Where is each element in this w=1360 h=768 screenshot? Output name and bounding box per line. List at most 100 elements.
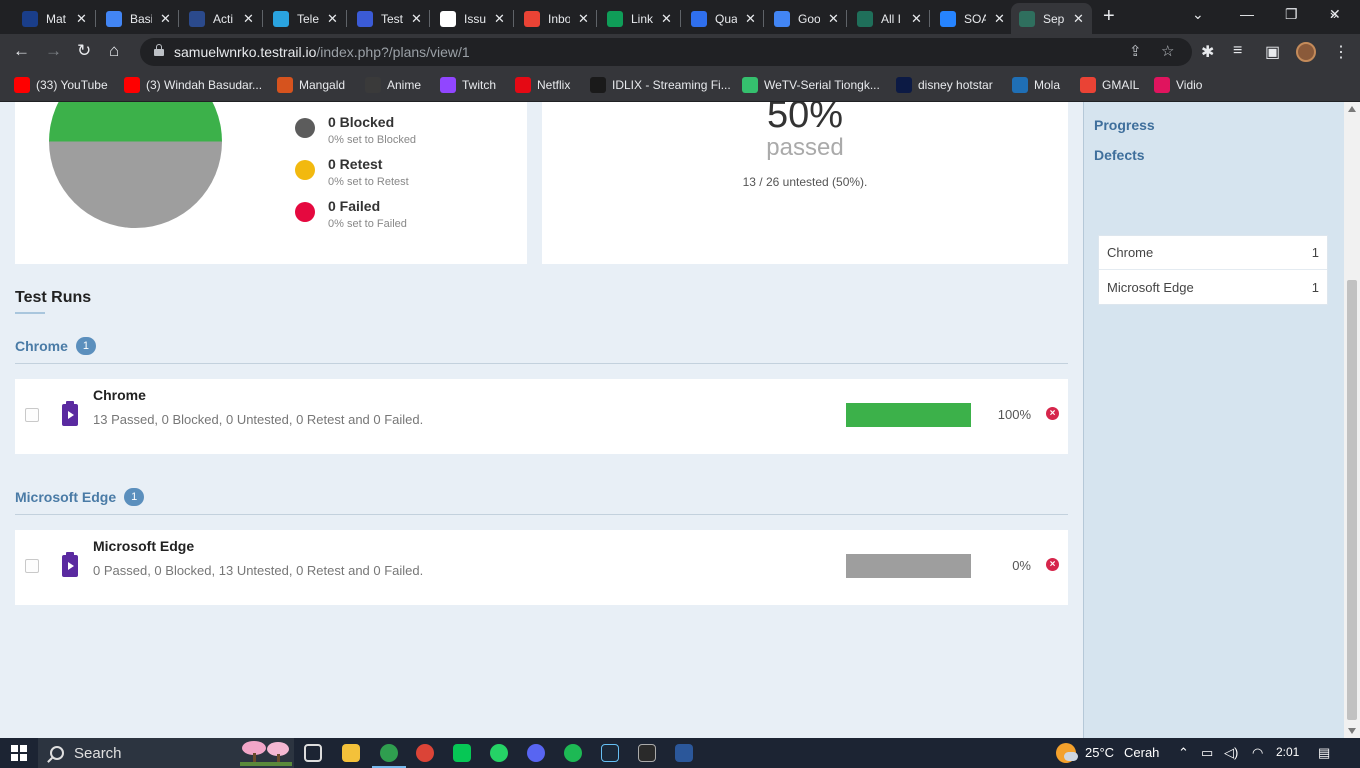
tab-close-icon[interactable]: ✕ (745, 11, 756, 27)
share-icon[interactable]: ⇪ (1129, 42, 1142, 60)
discord-icon[interactable] (527, 744, 545, 762)
config-item-microsoft-edge[interactable]: Microsoft Edge 1 (1099, 270, 1327, 304)
group-edge-title[interactable]: Microsoft Edge (15, 489, 116, 505)
tab-close-icon[interactable]: ✕ (994, 11, 1005, 27)
bookmark-item[interactable]: Anime (365, 77, 421, 93)
bookmark-item[interactable]: Netflix (515, 77, 570, 93)
tab-close-icon[interactable]: ✕ (243, 11, 254, 27)
address-bar[interactable]: samuelwnrko.testrail.io/index.php?/plans… (140, 38, 1192, 66)
wifi-icon[interactable]: ◠ (1252, 745, 1263, 761)
task-view-icon[interactable] (304, 744, 322, 762)
run-name-link[interactable]: Microsoft Edge (93, 538, 194, 554)
line-icon[interactable] (453, 744, 471, 762)
bookmark-item[interactable]: IDLIX - Streaming Fi... (590, 77, 731, 93)
webcam-icon[interactable]: ▭ (1201, 745, 1213, 761)
extensions-icon[interactable]: ✱ (1201, 42, 1214, 62)
browser-tab[interactable]: Goo ✕ (766, 3, 847, 34)
scroll-down-arrow-icon[interactable] (1348, 728, 1356, 734)
word-icon[interactable] (675, 744, 693, 762)
side-panel-icon[interactable]: ▣ (1265, 42, 1280, 62)
temperature-text[interactable]: 25°C (1085, 745, 1114, 760)
tab-close-icon[interactable]: ✕ (494, 11, 505, 27)
run-select-checkbox[interactable] (25, 559, 39, 573)
page-scrollbar[interactable] (1344, 102, 1360, 738)
url-text: samuelwnrko.testrail.io/index.php?/plans… (174, 44, 470, 60)
tab-close-icon[interactable]: ✕ (160, 11, 171, 27)
scroll-up-arrow-icon[interactable] (1348, 106, 1356, 112)
new-tab-button[interactable]: + (1103, 5, 1115, 28)
chrome-icon[interactable] (380, 744, 398, 762)
whatsapp-icon[interactable] (490, 744, 508, 762)
bookmark-item[interactable]: Twitch (440, 77, 496, 93)
bookmark-item[interactable]: Vidio (1154, 77, 1202, 93)
browser-tab[interactable]: Basi ✕ (98, 3, 179, 34)
home-icon[interactable]: ⌂ (109, 41, 119, 61)
group-chrome[interactable]: Chrome 1 (15, 337, 96, 355)
windows-start-icon[interactable] (11, 745, 27, 761)
clock-time[interactable]: 2:01 (1276, 745, 1299, 759)
browser-tab[interactable]: Tele ✕ (265, 3, 346, 34)
tab-close-icon[interactable]: ✕ (327, 11, 338, 27)
run-select-checkbox[interactable] (25, 408, 39, 422)
run-progress-bar (846, 554, 971, 578)
browser-tab[interactable]: SOA ✕ (932, 3, 1013, 34)
tray-overflow-icon[interactable]: ⌃ (1178, 745, 1189, 761)
bookmark-item[interactable]: (3) Windah Basudar... (124, 77, 262, 93)
run-progress-fill (846, 403, 971, 427)
steam-icon[interactable] (601, 744, 619, 762)
more-bookmarks-icon[interactable]: » (1330, 7, 1337, 22)
tab-close-icon[interactable]: ✕ (578, 11, 589, 27)
tab-close-icon[interactable]: ✕ (411, 11, 422, 27)
tab-close-icon[interactable]: ✕ (1073, 11, 1084, 27)
file-explorer-icon[interactable] (342, 744, 360, 762)
back-icon[interactable]: ← (13, 41, 30, 61)
epic-games-icon[interactable] (638, 744, 656, 762)
run-name-link[interactable]: Chrome (93, 387, 146, 403)
restore-button[interactable]: ❐ (1285, 6, 1298, 23)
notification-icon[interactable]: ▤ (1318, 745, 1330, 761)
config-item-chrome[interactable]: Chrome 1 (1099, 236, 1327, 270)
browser-tab[interactable]: Sep ✕ (1011, 3, 1092, 34)
bookmark-item[interactable]: disney hotstar (896, 77, 993, 93)
bookmark-item[interactable]: GMAIL (1080, 77, 1139, 93)
browser-tab[interactable]: Inbo ✕ (516, 3, 597, 34)
bookmark-item[interactable]: Mola (1012, 77, 1060, 93)
minimize-button[interactable]: — (1240, 6, 1254, 22)
forward-icon[interactable]: → (45, 41, 62, 61)
menu-icon[interactable]: ⋮ (1333, 42, 1349, 62)
spotify-icon[interactable] (564, 744, 582, 762)
weather-cloud-sun-icon[interactable] (1056, 743, 1078, 763)
delete-run-icon[interactable]: × (1046, 407, 1059, 420)
tab-close-icon[interactable]: ✕ (76, 11, 87, 27)
scrollbar-thumb[interactable] (1347, 280, 1357, 720)
browser-tab[interactable]: Link ✕ (599, 3, 680, 34)
group-microsoft-edge[interactable]: Microsoft Edge 1 (15, 488, 145, 506)
weather-text[interactable]: Cerah (1124, 745, 1159, 760)
tab-close-icon[interactable]: ✕ (911, 11, 922, 27)
bookmark-item[interactable]: Mangald (277, 77, 345, 93)
lock-icon[interactable] (154, 44, 164, 56)
volume-icon[interactable]: ◁) (1224, 745, 1238, 761)
group-chrome-title[interactable]: Chrome (15, 338, 68, 354)
browser-tab[interactable]: Qua ✕ (683, 3, 764, 34)
browser-tab[interactable]: All I ✕ (849, 3, 930, 34)
reload-icon[interactable]: ↻ (77, 41, 91, 61)
sidebar-link-defects[interactable]: Defects (1094, 147, 1145, 163)
media-control-icon[interactable]: ≡ (1233, 42, 1242, 60)
run-progress-bar (846, 403, 971, 427)
bookmark-item[interactable]: (33) YouTube (14, 77, 108, 93)
profile-avatar[interactable] (1296, 42, 1316, 62)
browser-tab[interactable]: Issu ✕ (432, 3, 513, 34)
tab-search-icon[interactable]: ⌄ (1192, 6, 1204, 23)
bookmark-item[interactable]: WeTV-Serial Tiongk... (742, 77, 880, 93)
tab-close-icon[interactable]: ✕ (661, 11, 672, 27)
browser-tab[interactable]: Test ✕ (349, 3, 430, 34)
chrome-profile-icon[interactable] (416, 744, 434, 762)
browser-tab[interactable]: Acti ✕ (181, 3, 262, 34)
bookmark-star-icon[interactable]: ☆ (1161, 42, 1174, 60)
delete-run-icon[interactable]: × (1046, 558, 1059, 571)
tab-close-icon[interactable]: ✕ (828, 11, 839, 27)
browser-tab[interactable]: Mat ✕ (14, 3, 95, 34)
page-viewport: 0 Blocked 0% set to Blocked 0 Retest 0% … (0, 102, 1344, 738)
sidebar-link-progress[interactable]: Progress (1094, 117, 1155, 133)
